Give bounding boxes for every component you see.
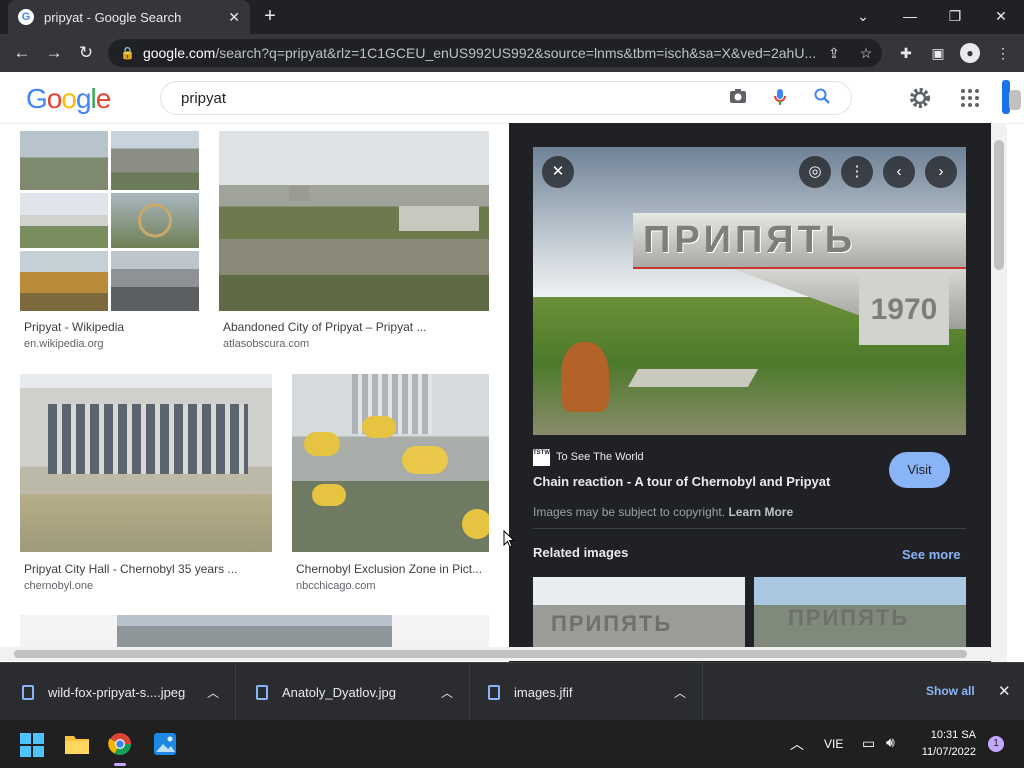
related-image[interactable]: ПРИПЯТЬ: [533, 577, 745, 647]
result-image-partial[interactable]: [20, 615, 489, 651]
download-item[interactable]: wild-fox-pripyat-s....jpeg ︿: [0, 663, 236, 721]
lens-search-icon[interactable]: ◎: [799, 156, 831, 188]
pripyat-sign: ПРИПЯТЬ: [633, 213, 966, 269]
windows-start-icon[interactable]: [20, 733, 44, 757]
back-button[interactable]: ←: [11, 42, 33, 64]
clock-date[interactable]: 11/07/2022: [918, 746, 976, 758]
more-options-icon[interactable]: ⋮: [841, 156, 873, 188]
source-favicon: TSTW: [533, 449, 550, 466]
extensions-icon[interactable]: ✚: [896, 43, 916, 63]
google-favicon-icon: G: [18, 9, 34, 25]
search-input[interactable]: pripyat: [160, 81, 852, 115]
windows-taskbar: ︿ VIE ▭ 🔊︎ 10:31 SA 11/07/2022 1: [0, 720, 1024, 768]
web-page: Google pripyat Pripyat - Wikipedia en.wi…: [0, 72, 1024, 662]
download-filename: wild-fox-pripyat-s....jpeg: [48, 684, 186, 700]
search-icon[interactable]: [812, 88, 832, 108]
language-indicator[interactable]: VIE: [824, 737, 843, 751]
result-source[interactable]: chernobyl.one: [24, 580, 93, 592]
profile-avatar[interactable]: ●: [960, 43, 980, 63]
result-title[interactable]: Chernobyl Exclusion Zone in Pict...: [296, 562, 488, 576]
search-query: pripyat: [181, 89, 227, 107]
address-bar[interactable]: 🔒 google.com/search?q=pripyat&rlz=1C1GCE…: [108, 39, 882, 67]
close-preview-icon[interactable]: ✕: [542, 156, 574, 188]
tab-search-icon[interactable]: ⌄: [849, 6, 877, 26]
result-source[interactable]: en.wikipedia.org: [24, 338, 104, 350]
side-panel-icon[interactable]: ▣: [928, 43, 948, 63]
chevron-up-icon[interactable]: ︿: [207, 684, 219, 701]
result-image-wikipedia[interactable]: [20, 131, 199, 311]
horizontal-scrollbar[interactable]: [0, 647, 1007, 661]
camera-icon[interactable]: [728, 88, 748, 108]
photos-icon[interactable]: [153, 732, 177, 756]
google-header: Google pripyat: [0, 72, 1024, 124]
learn-more-link[interactable]: Learn More: [728, 505, 793, 519]
result-image-ferris-wheel[interactable]: [292, 374, 489, 552]
show-all-button[interactable]: Show all: [926, 684, 975, 698]
google-logo[interactable]: Google: [26, 83, 111, 115]
result-title[interactable]: Pripyat City Hall - Chernobyl 35 years .…: [24, 562, 244, 576]
result-source[interactable]: nbcchicago.com: [296, 580, 376, 592]
divider: [533, 528, 966, 529]
microphone-icon[interactable]: [770, 88, 790, 108]
close-tab-icon[interactable]: ✕: [228, 9, 240, 26]
active-app-indicator: [114, 763, 126, 766]
file-explorer-icon[interactable]: [64, 733, 90, 755]
related-image[interactable]: ПРИПЯТЬ: [754, 577, 966, 647]
download-bar: wild-fox-pripyat-s....jpeg ︿ Anatoly_Dya…: [0, 662, 1024, 721]
preview-title[interactable]: Chain reaction - A tour of Chernobyl and…: [533, 474, 830, 489]
notification-badge[interactable]: 1: [988, 736, 1004, 752]
network-icon[interactable]: ▭: [862, 735, 875, 752]
result-image-city-hall[interactable]: [20, 374, 272, 552]
browser-tab[interactable]: G pripyat - Google Search ✕: [8, 0, 250, 34]
download-filename: images.jfif: [514, 684, 573, 700]
chevron-up-icon[interactable]: ︿: [441, 684, 453, 701]
vertical-scroll-thumb[interactable]: [994, 140, 1004, 270]
tab-title: pripyat - Google Search: [44, 9, 182, 25]
lock-icon: 🔒: [120, 46, 135, 60]
visit-button[interactable]: Visit: [889, 452, 950, 488]
browser-menu-icon[interactable]: ⋮: [993, 43, 1013, 63]
source-name[interactable]: To See The World: [556, 451, 644, 463]
copyright-notice: Images may be subject to copyright. Lear…: [533, 505, 794, 519]
previous-image-icon[interactable]: ‹: [883, 156, 915, 188]
forward-button[interactable]: →: [43, 42, 65, 64]
result-source[interactable]: atlasobscura.com: [223, 338, 309, 350]
image-preview-panel: ПРИПЯТЬ 1970 ✕ ◎ ⋮ ‹ › TSTW To See The W…: [509, 123, 991, 662]
restore-button[interactable]: ❐: [941, 6, 969, 26]
outer-scroll-thumb[interactable]: [1009, 90, 1021, 110]
mouse-cursor-icon: [503, 529, 516, 548]
result-title[interactable]: Pripyat - Wikipedia: [24, 320, 199, 334]
chrome-icon[interactable]: [108, 732, 132, 756]
close-window-button[interactable]: ✕: [987, 6, 1015, 26]
url-text: google.com/search?q=pripyat&rlz=1C1GCEU_…: [142, 45, 817, 61]
file-icon: [256, 684, 268, 700]
bookmark-star-icon[interactable]: ☆: [856, 43, 876, 63]
next-image-icon[interactable]: ›: [925, 156, 957, 188]
download-filename: Anatoly_Dyatlov.jpg: [282, 684, 396, 700]
fox: [561, 342, 609, 412]
file-icon: [488, 684, 500, 700]
settings-gear-icon[interactable]: [908, 86, 932, 110]
close-download-bar-icon[interactable]: ✕: [998, 682, 1011, 700]
preview-image[interactable]: ПРИПЯТЬ 1970: [533, 147, 966, 435]
share-icon[interactable]: ⇪: [824, 43, 844, 63]
clock-time[interactable]: 10:31 SA: [930, 729, 976, 741]
see-more-link[interactable]: See more: [902, 547, 961, 562]
horizontal-scroll-thumb[interactable]: [14, 650, 967, 658]
apps-grid-icon[interactable]: [960, 88, 980, 108]
related-images-heading: Related images: [533, 545, 629, 560]
minimize-button[interactable]: —: [896, 6, 924, 26]
sign-year: 1970: [859, 275, 949, 345]
chevron-up-icon[interactable]: ︿: [674, 684, 686, 701]
download-item[interactable]: Anatoly_Dyatlov.jpg ︿: [236, 663, 470, 721]
download-item[interactable]: images.jfif ︿: [470, 663, 703, 721]
file-icon: [22, 684, 34, 700]
new-tab-button[interactable]: +: [258, 5, 282, 29]
reload-button[interactable]: ↻: [75, 42, 97, 64]
result-title[interactable]: Abandoned City of Pripyat – Pripyat ...: [223, 320, 463, 334]
chevron-up-icon[interactable]: ︿: [790, 734, 804, 754]
volume-icon[interactable]: 🔊︎: [886, 734, 895, 751]
result-image-abandoned-city[interactable]: [219, 131, 489, 311]
